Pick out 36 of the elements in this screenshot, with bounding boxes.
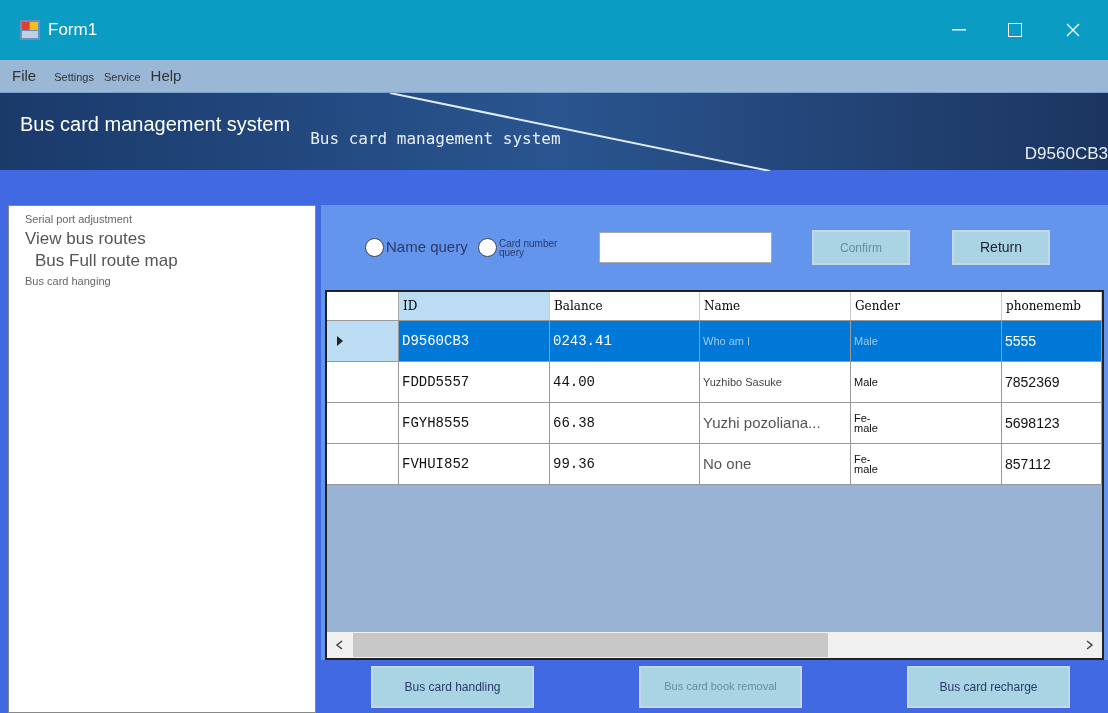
tree-item[interactable]: Bus card hanging (25, 272, 111, 290)
maximize-icon[interactable] (1008, 23, 1022, 37)
current-row-icon (337, 336, 343, 346)
radio-button[interactable] (478, 238, 497, 257)
banner-title: Bus card management system (20, 112, 291, 137)
close-icon[interactable] (1066, 23, 1080, 37)
tree-item[interactable]: View bus routes (25, 228, 146, 250)
menu-item[interactable]: File (12, 64, 37, 87)
horizontal-scrollbar[interactable] (327, 632, 1102, 658)
table-row[interactable]: FDDD5557 44.00 Yuzhibo Sasuke Male 7852369 (327, 361, 1102, 402)
radio-label[interactable]: Card number query (499, 238, 577, 257)
menu-item[interactable]: Help (150, 64, 182, 87)
window-title: Form1 (48, 19, 98, 42)
radio-label[interactable]: Name query (386, 236, 468, 259)
menu-item[interactable]: Service (103, 68, 141, 85)
table-cell: 99.36 (550, 444, 700, 484)
action-button[interactable]: Bus card recharge (907, 665, 1070, 708)
query-field[interactable] (599, 232, 772, 263)
table-row[interactable]: FGYH8555 66.38 Yuzhi pozoliana... Fe- male 5698123 (327, 402, 1102, 443)
tree-item[interactable]: Serial port adjustment (25, 210, 132, 228)
card-id: D9560CB3 (1024, 143, 1108, 165)
table-cell: FVHUI852 (399, 444, 550, 484)
table-cell: 857112 (1002, 444, 1102, 484)
radio-button[interactable] (365, 238, 384, 257)
table-row[interactable]: D9560CB3 0243.41 Who am I Male 5555 (327, 320, 1102, 361)
app-icon (20, 20, 40, 40)
column-header[interactable]: ID (399, 292, 550, 320)
menu-item[interactable]: Settings (54, 68, 94, 85)
table-row[interactable]: FVHUI852 99.36 No one Fe- male 857112 (327, 443, 1102, 484)
table-cell: No one (700, 444, 851, 484)
table-cell: Fe- male (851, 444, 1002, 484)
return-button[interactable]: Return (952, 230, 1050, 265)
minimize-icon[interactable] (952, 29, 966, 31)
tree-item[interactable]: Bus Full route map (35, 250, 178, 272)
scroll-thumb[interactable] (353, 633, 828, 657)
action-button[interactable]: Bus card handling (371, 665, 534, 708)
